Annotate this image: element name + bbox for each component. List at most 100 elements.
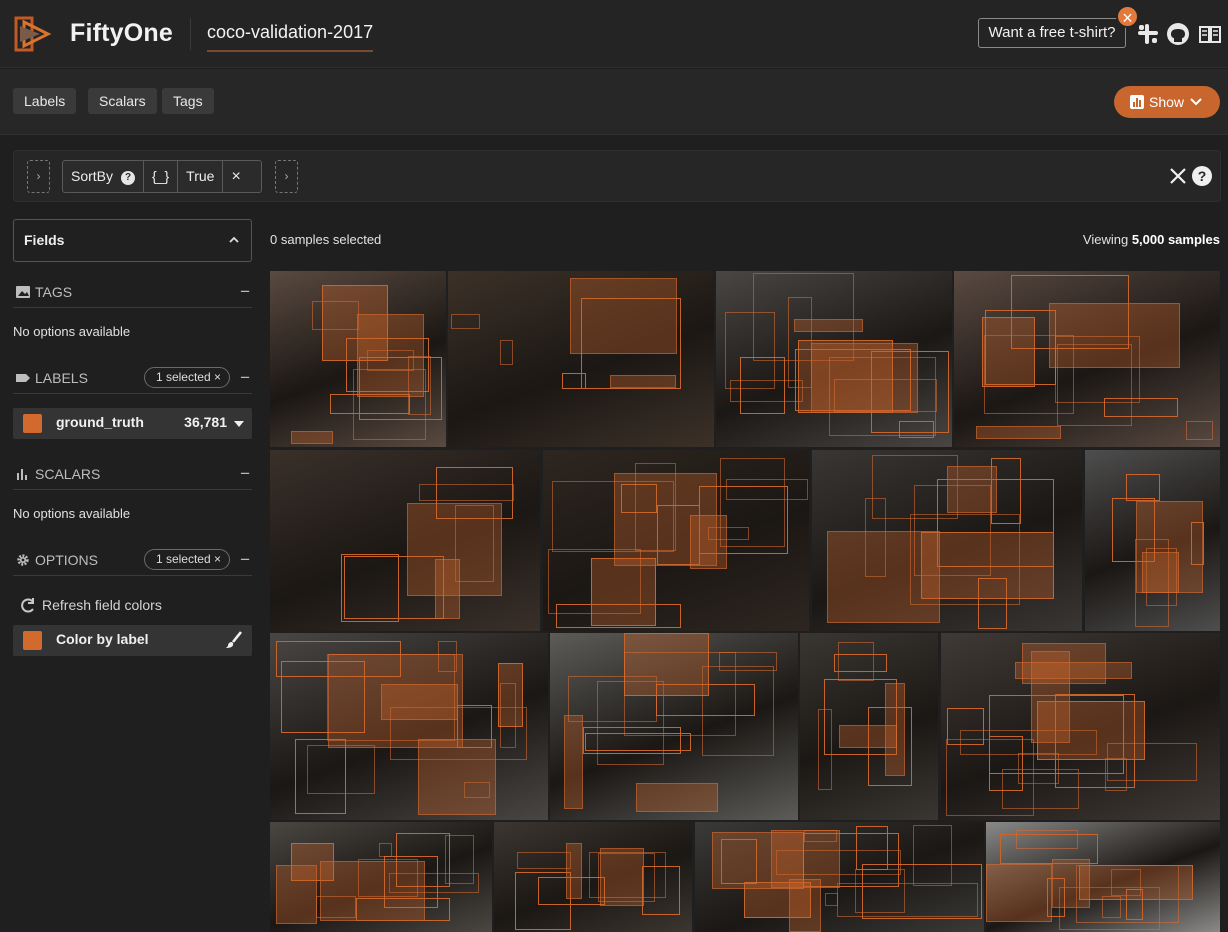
brand-name[interactable]: FiftyOne: [70, 19, 173, 48]
bounding-box: [817, 709, 833, 790]
header-divider: [190, 18, 191, 50]
sample-thumbnail[interactable]: [550, 633, 798, 820]
sample-thumbnail[interactable]: [543, 450, 809, 631]
labels-label: LABELS: [35, 370, 88, 386]
help-icon[interactable]: ?: [121, 171, 136, 185]
bounding-box: [322, 285, 388, 362]
sample-thumbnail[interactable]: [270, 450, 540, 631]
bounding-box: [357, 858, 418, 897]
tab-scalars[interactable]: Scalars: [88, 88, 157, 114]
bounding-box: [500, 339, 513, 366]
collapse-icon[interactable]: −: [240, 462, 250, 486]
clear-view-icon[interactable]: [1168, 166, 1188, 186]
fields-dropdown[interactable]: Fields: [13, 219, 252, 262]
bounding-box: [500, 683, 517, 748]
bounding-box: [825, 892, 839, 906]
collapse-icon[interactable]: −: [240, 548, 250, 572]
bounding-box: [1016, 830, 1079, 850]
bounding-box: [290, 842, 334, 882]
bounding-box: [437, 641, 457, 672]
paintbrush-icon[interactable]: [225, 631, 243, 649]
bounding-box: [1111, 497, 1156, 562]
bounding-box: [598, 853, 656, 902]
chevron-up-icon: [229, 236, 239, 243]
bounding-box: [564, 715, 584, 809]
color-by-label-option[interactable]: Color by label: [13, 625, 252, 656]
sample-thumbnail[interactable]: [270, 271, 446, 447]
tab-labels[interactable]: Labels: [13, 88, 77, 114]
bar-chart-icon: [17, 469, 27, 480]
view-help-icon[interactable]: ?: [1192, 166, 1212, 186]
gear-icon: [17, 554, 29, 566]
samples-selected-text: 0 samples selected: [270, 232, 382, 247]
bounding-box: [1078, 865, 1194, 901]
docs-book-icon[interactable]: [1198, 22, 1222, 46]
fiftyone-logo-icon[interactable]: [12, 14, 54, 54]
sample-thumbnail[interactable]: [494, 822, 692, 932]
refresh-field-colors-button[interactable]: Refresh field colors: [20, 596, 162, 617]
sample-thumbnail[interactable]: [270, 822, 492, 932]
sample-thumbnail[interactable]: [954, 271, 1220, 447]
scalars-section-header[interactable]: SCALARS −: [13, 462, 252, 490]
app-header: FiftyOne coco-validation-2017 Want a fre…: [0, 0, 1228, 68]
labels-section-header[interactable]: LABELS 1 selected × −: [13, 366, 252, 394]
checkbox-checked[interactable]: [23, 414, 42, 433]
field-count: 36,781: [184, 414, 227, 430]
bounding-box: [290, 430, 333, 445]
tshirt-button[interactable]: Want a free t-shirt?: [978, 18, 1126, 48]
stage-name[interactable]: SortBy?: [63, 161, 145, 192]
sample-thumbnail[interactable]: [812, 450, 1082, 631]
add-stage-left-button[interactable]: ›: [27, 160, 50, 193]
sample-thumbnail[interactable]: [986, 822, 1220, 932]
sample-thumbnail[interactable]: [695, 822, 984, 932]
field-ground-truth[interactable]: ground_truth 36,781: [13, 408, 252, 439]
show-button[interactable]: Show: [1114, 86, 1220, 118]
bounding-box: [378, 842, 392, 857]
tags-label: TAGS: [35, 284, 73, 300]
label-tag-icon: [16, 374, 30, 382]
sample-thumbnail[interactable]: [716, 271, 952, 447]
bounding-box: [920, 532, 1054, 599]
bounding-box: [636, 782, 719, 813]
sample-thumbnail[interactable]: [448, 271, 714, 447]
sample-thumbnail[interactable]: [941, 633, 1220, 820]
scalars-label: SCALARS: [35, 466, 101, 482]
bounding-box: [570, 278, 677, 355]
bounding-box: [976, 426, 1062, 439]
github-icon[interactable]: [1166, 22, 1190, 46]
options-selected-pill[interactable]: 1 selected ×: [143, 549, 230, 570]
tab-tags[interactable]: Tags: [162, 88, 214, 114]
options-section-header[interactable]: OPTIONS 1 selected × −: [13, 548, 252, 576]
bounding-box: [802, 833, 900, 888]
color-by-label-text: Color by label: [56, 631, 149, 647]
labels-selected-pill[interactable]: 1 selected ×: [143, 367, 230, 388]
tags-empty-text: No options available: [13, 324, 131, 339]
bounding-box: [435, 559, 460, 619]
chevron-down-icon: [1190, 98, 1202, 106]
checkbox-checked[interactable]: [23, 631, 42, 650]
dataset-selector[interactable]: coco-validation-2017: [207, 22, 374, 52]
bounding-box: [1021, 642, 1106, 684]
bounding-box: [584, 733, 691, 752]
stage-value[interactable]: True: [178, 161, 224, 192]
sample-thumbnail[interactable]: [1085, 450, 1220, 631]
refresh-icon: [21, 598, 34, 613]
caret-down-icon[interactable]: [234, 420, 244, 428]
image-tag-icon: [16, 286, 30, 298]
sample-thumbnail[interactable]: [270, 633, 548, 820]
stage-param[interactable]: {_}: [144, 161, 179, 192]
tags-section-header[interactable]: TAGS −: [13, 280, 252, 308]
bounding-box: [836, 882, 978, 917]
bounding-box: [1101, 895, 1122, 918]
bounding-box: [547, 549, 641, 614]
stage-remove-button[interactable]: ×: [223, 161, 248, 192]
sortby-stage[interactable]: SortBy? {_} True ×: [62, 160, 262, 193]
bounding-box: [1190, 522, 1204, 566]
slack-icon[interactable]: [1136, 22, 1160, 46]
add-stage-right-button[interactable]: ›: [275, 160, 298, 193]
show-label: Show: [1149, 94, 1185, 110]
bounding-box: [352, 369, 427, 440]
collapse-icon[interactable]: −: [240, 280, 250, 304]
collapse-icon[interactable]: −: [240, 366, 250, 390]
sample-thumbnail[interactable]: [800, 633, 938, 820]
